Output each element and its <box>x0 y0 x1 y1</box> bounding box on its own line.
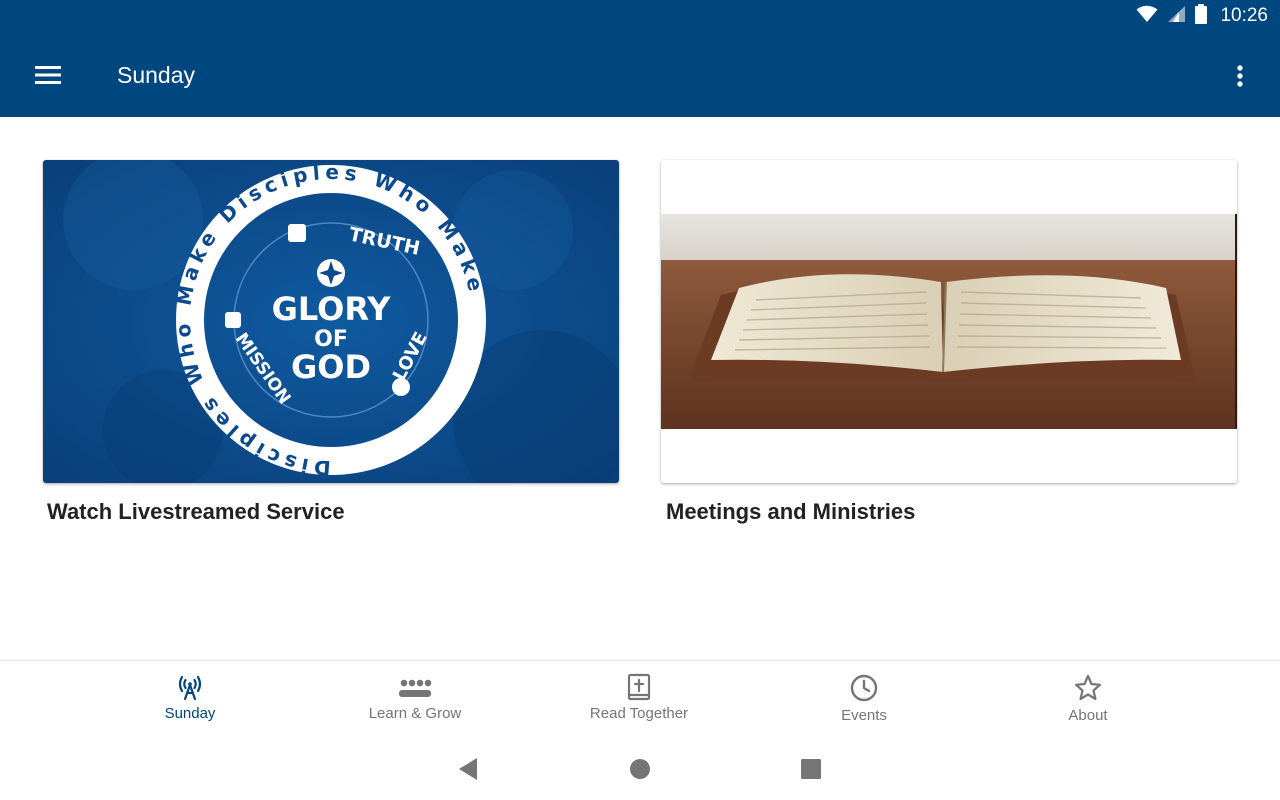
bottom-navigation: Sunday Learn & Grow Read Together Events <box>0 660 1280 738</box>
bible-icon <box>627 673 651 701</box>
content-area: Disciples Who Make Disciples Who Make TR… <box>0 117 1280 660</box>
nav-item-sunday[interactable]: Sunday <box>120 673 260 733</box>
open-bible-image <box>661 160 1237 483</box>
system-back-button[interactable] <box>455 756 481 782</box>
nav-label-about: About <box>1068 707 1108 724</box>
nav-item-events[interactable]: Events <box>794 673 934 733</box>
hamburger-icon <box>35 66 61 84</box>
system-recents-button[interactable] <box>798 756 824 782</box>
meetings-ministries-card[interactable] <box>661 160 1237 483</box>
glory-of-god-logo-image: Disciples Who Make Disciples Who Make TR… <box>43 160 619 483</box>
logo-god: GOD <box>291 348 371 386</box>
top-bar: 10:26 Sunday <box>0 0 1280 117</box>
broadcast-icon <box>178 675 202 701</box>
signal-icon <box>1166 5 1186 28</box>
star-icon <box>1074 674 1102 701</box>
meetings-card-label[interactable]: Meetings and Ministries <box>666 499 915 525</box>
nav-item-learn-grow[interactable]: Learn & Grow <box>345 673 485 733</box>
nav-label-read-together: Read Together <box>589 705 689 722</box>
logo-glory: GLORY <box>272 290 392 328</box>
more-vert-icon <box>1237 65 1243 87</box>
app-bar: Sunday <box>0 32 1280 117</box>
nav-label-learn-grow: Learn & Grow <box>368 705 462 722</box>
livestream-card[interactable]: Disciples Who Make Disciples Who Make TR… <box>43 160 619 483</box>
page-title: Sunday <box>117 62 196 88</box>
groups-icon <box>399 679 432 697</box>
nav-item-read-together[interactable]: Read Together <box>569 673 709 733</box>
nav-label-sunday: Sunday <box>164 705 216 722</box>
battery-icon <box>1194 3 1208 29</box>
nav-label-events: Events <box>841 707 887 724</box>
livestream-card-label[interactable]: Watch Livestreamed Service <box>47 499 345 525</box>
app-screen: 10:26 Sunday Disciples Who Make Disciple… <box>0 0 1280 800</box>
hamburger-menu-button[interactable] <box>26 60 70 90</box>
nav-item-about[interactable]: About <box>1018 673 1158 733</box>
recents-square-icon <box>801 759 821 779</box>
overflow-menu-button[interactable] <box>1222 58 1258 94</box>
status-time: 10:26 <box>1220 5 1268 26</box>
system-navigation-bar <box>0 738 1280 800</box>
wifi-icon <box>1136 5 1158 28</box>
back-triangle-icon <box>459 758 477 780</box>
system-home-button[interactable] <box>627 756 653 782</box>
home-circle-icon <box>630 759 650 779</box>
clock-icon <box>850 674 878 702</box>
status-bar: 10:26 <box>1136 0 1280 32</box>
